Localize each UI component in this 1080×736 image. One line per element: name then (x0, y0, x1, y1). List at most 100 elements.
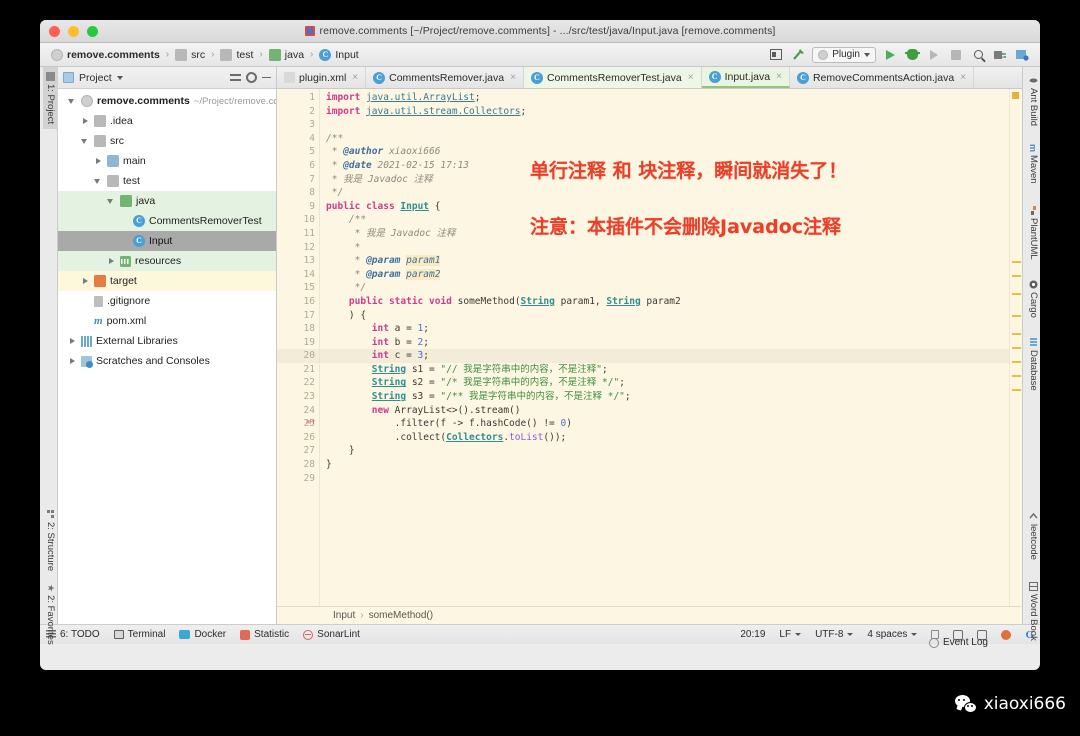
code-line[interactable]: */ (320, 186, 1009, 200)
gutter-line-number[interactable]: 22 (277, 376, 319, 390)
status-tool-statistic[interactable]: Statistic (240, 629, 289, 640)
code-line[interactable]: } (320, 458, 1009, 472)
sidebar-item-leetcode[interactable]: leetcode (1026, 507, 1040, 565)
gutter-line-number[interactable]: 20 (277, 349, 319, 363)
editor-tab[interactable]: C CommentsRemover.java × (366, 67, 524, 88)
code-line[interactable]: */ (320, 281, 1009, 295)
collapse-all-icon[interactable] (230, 73, 241, 82)
chevron-right-icon[interactable] (107, 257, 116, 266)
breadcrumb-item-test[interactable]: test (215, 48, 258, 62)
chevron-right-icon[interactable] (81, 277, 90, 286)
code-line[interactable]: int b = 2; (320, 336, 1009, 350)
build-icon[interactable] (790, 47, 806, 62)
run-configuration-selector[interactable]: Plugin (812, 46, 876, 63)
chevron-right-icon[interactable] (94, 157, 103, 166)
gutter-line-number[interactable]: 5 (277, 145, 319, 159)
code-line[interactable]: } (320, 444, 1009, 458)
tree-node[interactable]: Scratches and Consoles (58, 351, 276, 371)
caret-position[interactable]: 20:19 (740, 629, 765, 640)
breadcrumb-item-input[interactable]: C Input (314, 48, 363, 62)
close-icon[interactable]: × (960, 72, 966, 83)
status-tool-terminal[interactable]: Terminal (113, 629, 165, 640)
chevron-right-icon[interactable] (68, 337, 77, 346)
sidebar-item-structure[interactable]: 2: Structure (43, 505, 58, 576)
breadcrumb-item-project[interactable]: remove.comments (46, 48, 165, 62)
gutter-line-number[interactable]: 28 (277, 458, 319, 472)
project-tree[interactable]: remove.comments~/Project/remove.com .idea… (58, 89, 276, 624)
close-icon[interactable]: × (352, 72, 358, 83)
close-icon[interactable]: × (510, 72, 516, 83)
code-line[interactable]: /** (320, 132, 1009, 146)
vcs-updates-icon[interactable] (992, 47, 1008, 62)
tree-node[interactable]: main (58, 151, 276, 171)
stop-icon[interactable] (948, 47, 964, 62)
editor-tabs[interactable]: plugin.xml × C CommentsRemover.java × C Commen… (277, 67, 1022, 89)
indent-selector[interactable]: 4 spaces (867, 629, 918, 640)
close-icon[interactable]: × (688, 72, 694, 83)
gutter-line-number[interactable]: 17 (277, 309, 319, 323)
code-line[interactable]: String s1 = "// 我是字符串中的内容，不是注释"; (320, 363, 1009, 377)
code-line[interactable]: .collect(Collectors.toList()); (320, 431, 1009, 445)
tree-node[interactable]: test (58, 171, 276, 191)
tree-node[interactable]: C CommentsRemoverTest (58, 211, 276, 231)
gutter-line-number[interactable]: 23 (277, 390, 319, 404)
code-line[interactable]: int c = 3; (320, 349, 1009, 363)
tree-node[interactable]: java (58, 191, 276, 211)
sidebar-item-ant-build[interactable]: Ant Build (1026, 71, 1040, 131)
debug-icon[interactable] (904, 47, 920, 62)
gutter-line-number[interactable]: 14 (277, 268, 319, 282)
chevron-down-icon[interactable] (107, 197, 116, 206)
event-log-button[interactable]: Event Log (928, 637, 988, 648)
chevron-right-icon[interactable] (81, 117, 90, 126)
hide-panel-icon[interactable] (262, 76, 271, 79)
tree-node[interactable]: remove.comments~/Project/remove.com (58, 91, 276, 111)
close-icon[interactable]: × (776, 71, 782, 82)
code-line[interactable] (320, 118, 1009, 132)
gutter-line-number[interactable]: 13 (277, 254, 319, 268)
tree-node[interactable]: target (58, 271, 276, 291)
chevron-down-icon[interactable] (94, 177, 103, 186)
sidebar-item-project[interactable]: 1: Project (43, 67, 58, 130)
gutter-line-number[interactable]: 27 (277, 444, 319, 458)
run-icon[interactable] (882, 47, 898, 62)
run-with-coverage-icon[interactable] (926, 47, 942, 62)
sidebar-item-maven[interactable]: m Maven (1026, 139, 1040, 189)
code-line[interactable]: ) { (320, 309, 1009, 323)
editor-tab[interactable]: C Input.java × (701, 67, 790, 88)
gutter-marker-icon[interactable]: ✉↑ (306, 417, 316, 426)
settings-gear-icon[interactable] (246, 72, 257, 83)
gutter-line-number[interactable]: 16 (277, 295, 319, 309)
gutter-line-number[interactable]: 8 (277, 186, 319, 200)
tree-node[interactable]: src (58, 131, 276, 151)
gutter-line-number[interactable]: 2 (277, 105, 319, 119)
tree-node[interactable]: resources (58, 251, 276, 271)
gutter-line-number[interactable]: 26 (277, 431, 319, 445)
code-line[interactable]: import java.util.ArrayList; (320, 91, 1009, 105)
gutter-line-number[interactable]: 15 (277, 281, 319, 295)
gutter-line-number[interactable]: 29 (277, 472, 319, 486)
ab-icon[interactable] (1001, 629, 1012, 640)
gutter-line-number[interactable]: 1 (277, 91, 319, 105)
sidebar-item-word-book[interactable]: Word Book (1026, 577, 1040, 646)
tree-node[interactable]: m pom.xml (58, 311, 276, 331)
search-everywhere-icon[interactable] (970, 47, 986, 62)
tree-node[interactable]: .idea (58, 111, 276, 131)
editor-tab[interactable]: C RemoveCommentsAction.java × (790, 67, 975, 88)
gutter-line-number[interactable]: 7 (277, 173, 319, 187)
gutter-line-number[interactable]: 19 (277, 336, 319, 350)
chevron-down-icon[interactable] (68, 97, 77, 106)
code-line[interactable]: public static void someMethod(String par… (320, 295, 1009, 309)
gutter-line-number[interactable]: 21 (277, 363, 319, 377)
gutter-line-number[interactable]: 12 (277, 241, 319, 255)
editor-tab[interactable]: plugin.xml × (277, 67, 367, 88)
code-line[interactable] (320, 472, 1009, 486)
tree-node[interactable]: .gitignore (58, 291, 276, 311)
editor-gutter[interactable]: 1 2 3 4 5 6 7 8 9 10 11 12 13 14 15 16 17 18 19 20 21 22 23 24 ✉… (277, 89, 319, 606)
code-line[interactable]: String s2 = "/* 我是字符串中的内容，不是注释 */"; (320, 376, 1009, 390)
gutter-line-number[interactable]: 24 (277, 404, 319, 418)
encoding-selector[interactable]: UTF-8 (815, 629, 854, 640)
chevron-down-icon[interactable] (116, 75, 123, 80)
tree-node[interactable]: C Input (58, 231, 276, 251)
gutter-line-number[interactable]: 3 (277, 118, 319, 132)
code-line[interactable]: int a = 1; (320, 322, 1009, 336)
